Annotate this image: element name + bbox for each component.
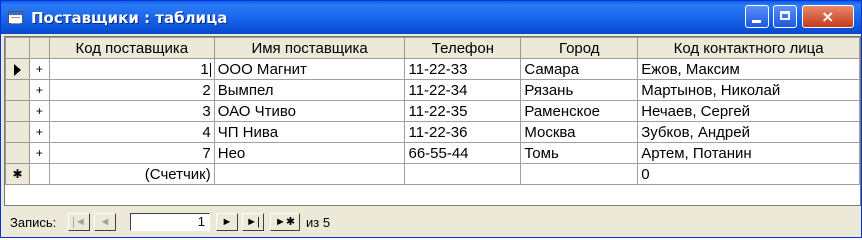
cell-contact[interactable]: Ежов, Максим bbox=[637, 58, 860, 80]
close-button[interactable]: × bbox=[802, 5, 854, 28]
cell-code[interactable]: (Счетчик) bbox=[48, 163, 215, 185]
record-count: из 5 bbox=[306, 215, 331, 230]
table-row[interactable]: + 2 Вымпел 11-22-34 Рязань Мартынов, Ник… bbox=[5, 79, 860, 101]
cell-contact[interactable]: Нечаев, Сергей bbox=[637, 100, 860, 122]
expand-button[interactable]: + bbox=[28, 58, 50, 80]
cell-name[interactable] bbox=[213, 163, 406, 185]
cell-phone[interactable]: 11-22-33 bbox=[404, 58, 522, 80]
table-icon bbox=[8, 11, 23, 24]
cell-name[interactable]: ОАО Чтиво bbox=[213, 100, 406, 122]
cell-phone[interactable] bbox=[404, 163, 522, 185]
cell-phone[interactable]: 11-22-36 bbox=[404, 121, 522, 143]
cell-contact[interactable]: 0 bbox=[637, 163, 860, 185]
table-row[interactable]: + 3 ОАО Чтиво 11-22-35 Раменское Нечаев,… bbox=[5, 100, 860, 122]
table-window: Поставщики : таблица × Код поставщика Им… bbox=[0, 0, 862, 238]
maximize-icon bbox=[780, 11, 790, 20]
column-header-phone[interactable]: Телефон bbox=[404, 37, 522, 59]
window-title: Поставщики : таблица bbox=[31, 9, 228, 27]
cell-contact[interactable]: Зубков, Андрей bbox=[637, 121, 860, 143]
cell-city[interactable] bbox=[520, 163, 639, 185]
cell-city[interactable]: Самара bbox=[520, 58, 639, 80]
header-row: Код поставщика Имя поставщика Телефон Го… bbox=[5, 37, 860, 59]
expand-button[interactable]: + bbox=[28, 121, 50, 143]
cell-code[interactable]: 3 bbox=[48, 100, 215, 122]
row-selector[interactable] bbox=[5, 58, 30, 80]
cell-name[interactable]: Вымпел bbox=[213, 79, 406, 101]
cell-code-value: 1 bbox=[200, 60, 209, 78]
current-record-icon bbox=[13, 63, 21, 76]
record-label: Запись: bbox=[10, 215, 57, 230]
next-record-button[interactable]: ► bbox=[216, 213, 238, 231]
last-record-button[interactable]: ►| bbox=[242, 213, 264, 231]
cell-contact[interactable]: Мартынов, Николай bbox=[637, 79, 860, 101]
previous-record-button[interactable]: ◄ bbox=[94, 213, 116, 231]
expand-column-header bbox=[28, 37, 50, 59]
table-row[interactable]: + 7 Нео 66-55-44 Томь Артем, Потанин bbox=[5, 142, 860, 164]
column-header-name[interactable]: Имя поставщика bbox=[213, 37, 406, 59]
new-record-icon[interactable]: ✱ bbox=[5, 163, 30, 185]
datasheet-grid: Код поставщика Имя поставщика Телефон Го… bbox=[5, 37, 860, 185]
title-bar[interactable]: Поставщики : таблица × bbox=[1, 1, 861, 34]
column-header-city[interactable]: Город bbox=[520, 37, 639, 59]
expand-button[interactable]: + bbox=[28, 100, 50, 122]
cell-code[interactable]: 7 bbox=[48, 142, 215, 164]
record-navigation-bar: Запись: |◄ ◄ 1 ► ►| ►✱ из 5 bbox=[4, 209, 859, 235]
row-selector[interactable] bbox=[5, 79, 30, 101]
close-icon: × bbox=[821, 7, 835, 26]
text-caret bbox=[209, 62, 211, 77]
cell-city[interactable]: Рязань bbox=[520, 79, 639, 101]
row-selector[interactable] bbox=[5, 142, 30, 164]
cell-code[interactable]: 1 bbox=[48, 58, 215, 80]
expand-button[interactable]: + bbox=[28, 142, 50, 164]
cell-name[interactable]: ЧП Нива bbox=[213, 121, 406, 143]
cell-name[interactable]: ООО Магнит bbox=[213, 58, 406, 80]
cell-city[interactable]: Раменское bbox=[520, 100, 639, 122]
new-record-button[interactable]: ►✱ bbox=[270, 213, 300, 231]
column-header-contact[interactable]: Код контактного лица bbox=[637, 37, 860, 59]
select-all-corner[interactable] bbox=[5, 37, 30, 59]
expand-placeholder bbox=[28, 163, 50, 185]
cell-city[interactable]: Томь bbox=[520, 142, 639, 164]
cell-city[interactable]: Москва bbox=[520, 121, 639, 143]
datasheet: Код поставщика Имя поставщика Телефон Го… bbox=[4, 36, 861, 206]
cell-code[interactable]: 2 bbox=[48, 79, 215, 101]
column-header-code[interactable]: Код поставщика bbox=[48, 37, 215, 59]
minimize-icon bbox=[752, 20, 761, 23]
cell-contact[interactable]: Артем, Потанин bbox=[637, 142, 860, 164]
row-selector[interactable] bbox=[5, 100, 30, 122]
minimize-button[interactable] bbox=[745, 5, 769, 28]
new-record-row[interactable]: ✱ (Счетчик) 0 bbox=[5, 163, 860, 185]
cell-phone[interactable]: 11-22-35 bbox=[404, 100, 522, 122]
cell-code[interactable]: 4 bbox=[48, 121, 215, 143]
table-row[interactable]: + 4 ЧП Нива 11-22-36 Москва Зубков, Андр… bbox=[5, 121, 860, 143]
record-number-input[interactable]: 1 bbox=[130, 213, 210, 231]
cell-phone[interactable]: 11-22-34 bbox=[404, 79, 522, 101]
first-record-button[interactable]: |◄ bbox=[68, 213, 90, 231]
cell-name[interactable]: Нео bbox=[213, 142, 406, 164]
expand-button[interactable]: + bbox=[28, 79, 50, 101]
maximize-button[interactable] bbox=[773, 5, 797, 28]
cell-phone[interactable]: 66-55-44 bbox=[404, 142, 522, 164]
row-selector[interactable] bbox=[5, 121, 30, 143]
table-row[interactable]: + 1 ООО Магнит 11-22-33 Самара Ежов, Мак… bbox=[5, 58, 860, 80]
